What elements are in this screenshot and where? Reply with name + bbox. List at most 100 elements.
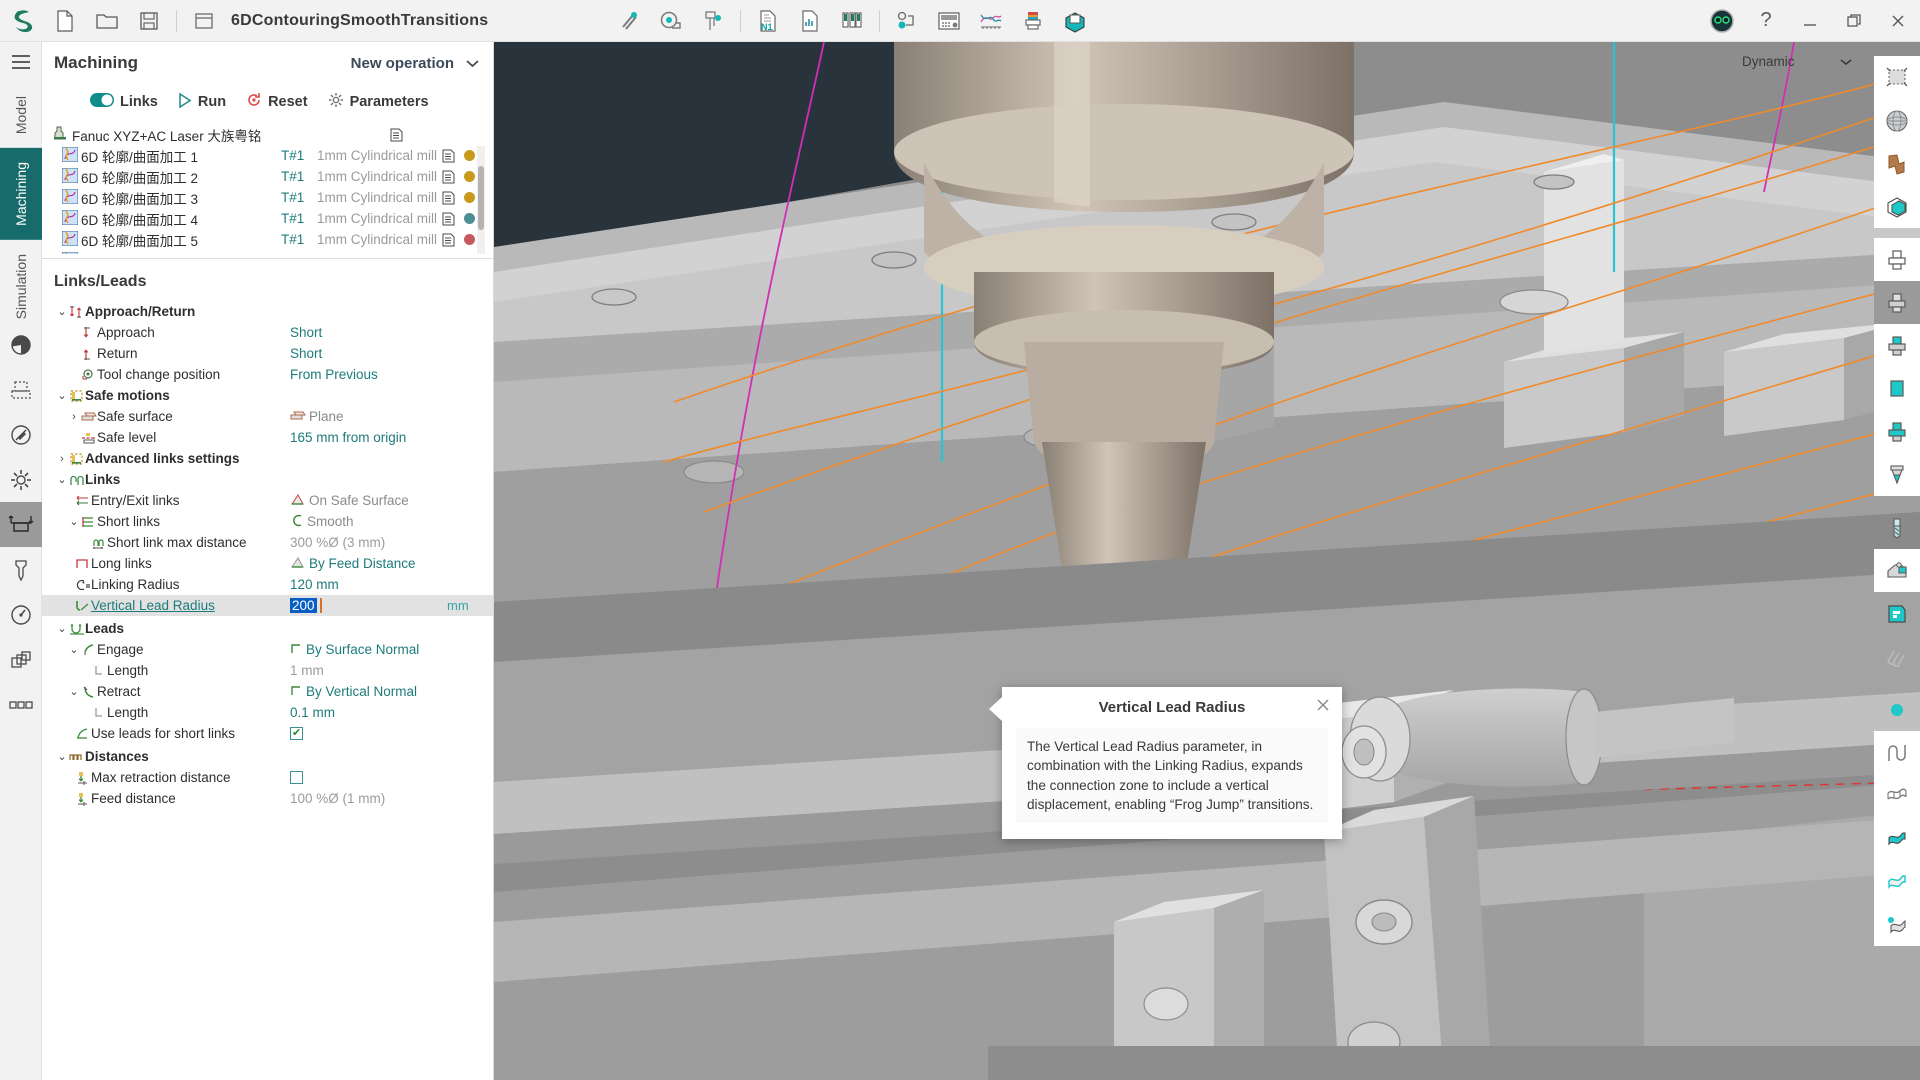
tree-group-advanced-links-settings[interactable]: › Advanced links settings	[42, 448, 493, 469]
save-icon[interactable]	[128, 0, 170, 42]
cube-wire-icon[interactable]	[1874, 185, 1920, 228]
tree-group-leads[interactable]: ⌄ Leads	[42, 618, 493, 639]
gear-icon[interactable]	[0, 457, 42, 502]
curve-icon[interactable]	[1874, 731, 1920, 774]
controller-icon[interactable]	[928, 0, 970, 42]
caliper-icon[interactable]	[692, 0, 734, 42]
surface-outline-icon[interactable]	[1874, 860, 1920, 903]
report-icon[interactable]	[789, 0, 831, 42]
new-document-icon[interactable]	[44, 0, 86, 42]
stock-step-icon[interactable]	[1874, 410, 1920, 453]
tree-value[interactable]: Short	[290, 346, 322, 361]
operations-list[interactable]: Fanuc XYZ+AC Laser 大族粤铭 6D 轮廓/曲面加工 1 T#1…	[42, 124, 493, 254]
document-icon[interactable]	[439, 149, 457, 163]
layers-icon[interactable]	[0, 637, 42, 682]
hamburger-icon[interactable]	[0, 42, 41, 82]
tree-item-short-link-max-distance[interactable]: Short link max distance 300 %Ø (3 mm)	[42, 532, 493, 553]
document-icon[interactable]	[439, 254, 457, 255]
tree-value[interactable]: By Surface Normal	[290, 642, 419, 658]
tool-library-icon[interactable]	[831, 0, 873, 42]
sidebar-tab-simulation[interactable]: Simulation	[0, 240, 42, 333]
stock-dashed-icon[interactable]	[0, 367, 42, 412]
tree-value[interactable]: 165 mm from origin	[290, 430, 406, 445]
tree-item-entry-exit-links[interactable]: Entry/Exit links On Safe Surface	[42, 490, 493, 511]
no-tool-icon[interactable]	[0, 412, 42, 457]
close-icon[interactable]	[1876, 0, 1920, 42]
document-icon[interactable]	[387, 128, 405, 142]
sidebar-tab-model[interactable]: Model	[0, 82, 42, 148]
stock-teal-icon[interactable]	[1874, 324, 1920, 367]
nc-program-icon[interactable]: N1	[747, 0, 789, 42]
reset-button[interactable]: Reset	[246, 92, 308, 112]
operation-row[interactable]: 6D 轮廓/曲面加工 1 T#1 1mm Cylindrical mill	[42, 145, 493, 166]
chevron-right-icon[interactable]: ›	[56, 453, 68, 465]
tree-value[interactable]: From Previous	[290, 367, 378, 382]
operation-row[interactable]: 6D 轮廓/曲面加工 4 T#1 1mm Cylindrical mill	[42, 208, 493, 229]
operation-row[interactable]: 6D 轮廓/曲面加工 6 T#1 1mm Cylindrical mill	[42, 250, 493, 254]
operation-row[interactable]: 6D 轮廓/曲面加工 3 T#1 1mm Cylindrical mill	[42, 187, 493, 208]
tree-item-long-links[interactable]: Long links By Feed Distance	[42, 553, 493, 574]
tree-item-use-leads-for-short-links[interactable]: Use leads for short links	[42, 723, 493, 744]
close-icon[interactable]	[1316, 697, 1330, 717]
links-toggle[interactable]: Links	[90, 93, 158, 111]
vertical-lead-radius-input[interactable]: 200	[290, 598, 322, 613]
wheel-probe-icon[interactable]	[650, 0, 692, 42]
chevron-down-icon[interactable]: ⌄	[56, 622, 68, 635]
tree-value[interactable]: By Vertical Normal	[290, 684, 417, 700]
more-icon[interactable]	[0, 682, 42, 727]
stock-outline-icon[interactable]	[1874, 238, 1920, 281]
operation-row[interactable]: 6D 轮廓/曲面加工 5 T#1 1mm Cylindrical mill	[42, 229, 493, 250]
open-folder-icon[interactable]	[86, 0, 128, 42]
chevron-down-icon[interactable]	[466, 55, 479, 71]
machine-box-icon[interactable]	[1054, 0, 1096, 42]
tree-value[interactable]: 1 mm	[290, 663, 324, 678]
surface-point-icon[interactable]	[1874, 903, 1920, 946]
tree-value[interactable]: Short	[290, 325, 322, 340]
document-icon[interactable]	[439, 233, 457, 247]
magnet-measure-icon[interactable]	[608, 0, 650, 42]
mesh-icon[interactable]	[1874, 774, 1920, 817]
surface-teal-icon[interactable]	[1874, 817, 1920, 860]
chevron-down-icon[interactable]: ⌄	[68, 685, 80, 698]
chevron-right-icon[interactable]: ›	[68, 411, 80, 423]
tool-icon[interactable]	[0, 547, 42, 592]
tree-item-safe-level[interactable]: Safe level 165 mm from origin	[42, 427, 493, 448]
document-icon[interactable]	[439, 191, 457, 205]
document-icon[interactable]	[439, 170, 457, 184]
tree-value[interactable]: 120 mm	[290, 577, 339, 592]
tree-item-approach[interactable]: Approach Short	[42, 322, 493, 343]
checkbox-checked[interactable]	[290, 726, 303, 740]
endmill-icon[interactable]	[1874, 506, 1920, 549]
point-icon[interactable]	[1874, 688, 1920, 731]
tree-item-safe-surface[interactable]: › Safe surface Plane	[42, 406, 493, 427]
stock-solid-icon[interactable]	[1874, 281, 1920, 324]
tree-item-short-links[interactable]: ⌄ Short links Smooth	[42, 511, 493, 532]
contrast-icon[interactable]	[0, 322, 42, 367]
globe-wire-icon[interactable]	[1874, 99, 1920, 142]
part-teal-icon[interactable]	[1874, 592, 1920, 635]
stock-icon[interactable]	[1012, 0, 1054, 42]
checkbox-unchecked[interactable]	[290, 771, 303, 784]
hatch-icon[interactable]	[1874, 635, 1920, 678]
help-icon[interactable]: ?	[1744, 0, 1788, 42]
selection-box-icon[interactable]	[1874, 56, 1920, 99]
parameters-button[interactable]: Parameters	[328, 92, 429, 112]
tree-item-engage-length[interactable]: Length 1 mm	[42, 660, 493, 681]
chevron-down-icon[interactable]: ⌄	[56, 389, 68, 402]
new-operation-button[interactable]: New operation	[351, 55, 454, 72]
tree-value[interactable]: By Feed Distance	[290, 556, 416, 572]
tree-value[interactable]: 0.1 mm	[290, 705, 335, 720]
minimize-icon[interactable]	[1788, 0, 1832, 42]
operations-scrollbar-thumb[interactable]	[478, 166, 484, 230]
tree-value[interactable]: 100 %Ø (1 mm)	[290, 791, 385, 806]
operation-row[interactable]: 6D 轮廓/曲面加工 2 T#1 1mm Cylindrical mill	[42, 166, 493, 187]
tree-value[interactable]	[290, 771, 303, 784]
tree-item-linking-radius[interactable]: Linking Radius 120 mm	[42, 574, 493, 595]
tree-group-distances[interactable]: ⌄ Distances	[42, 746, 493, 767]
surface-patch-icon[interactable]	[1874, 142, 1920, 185]
tree-item-retract[interactable]: ⌄ Retract By Vertical Normal	[42, 681, 493, 702]
tree-item-retract-length[interactable]: Length 0.1 mm	[42, 702, 493, 723]
links-leads-icon[interactable]	[0, 502, 42, 547]
chevron-down-icon[interactable]: ⌄	[68, 643, 80, 656]
tree-item-return[interactable]: Return Short	[42, 343, 493, 364]
